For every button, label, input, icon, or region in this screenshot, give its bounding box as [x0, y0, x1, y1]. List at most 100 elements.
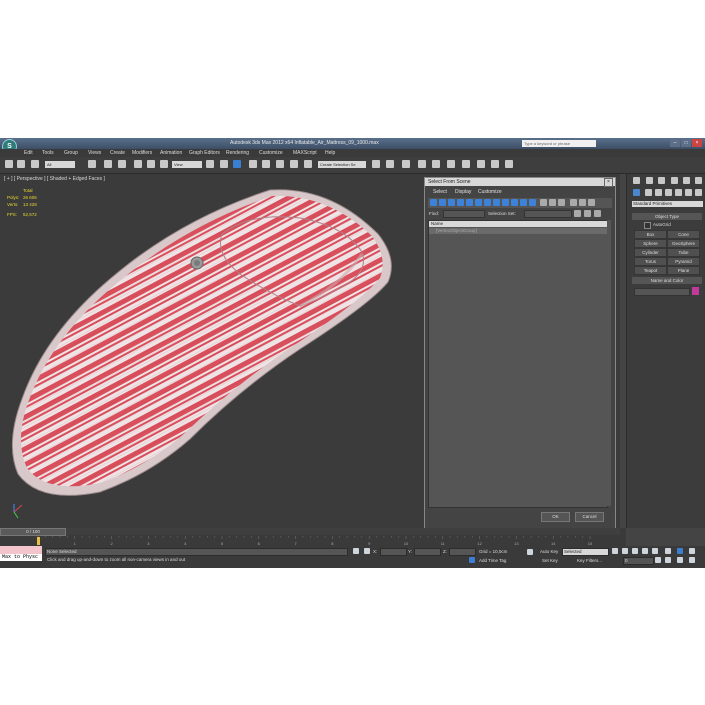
field-of-view-icon[interactable] [665, 557, 671, 563]
menu-help[interactable]: Help [325, 150, 335, 156]
lock-selection-icon[interactable] [353, 548, 359, 554]
go-to-end-icon[interactable] [652, 548, 658, 554]
tube-button[interactable]: Tube [667, 248, 700, 257]
teapot-button[interactable]: Teapot [634, 266, 667, 275]
material-editor-icon[interactable] [462, 160, 470, 168]
plane-button[interactable]: Plane [667, 266, 700, 275]
display-none-icon[interactable] [549, 199, 556, 206]
maximize-button[interactable]: □ [681, 139, 691, 147]
select-none-icon[interactable] [584, 210, 591, 217]
unlink-icon[interactable] [17, 160, 25, 168]
display-cameras-icon[interactable] [457, 199, 464, 206]
render-setup-icon[interactable] [477, 160, 485, 168]
box-button[interactable]: Box [634, 230, 667, 239]
selection-set-dropdown[interactable] [524, 210, 572, 218]
find-input[interactable] [443, 210, 485, 218]
modify-tab-icon[interactable] [646, 177, 653, 184]
geometry-icon[interactable] [633, 189, 640, 196]
auto-key-button[interactable]: Auto Key [540, 549, 558, 554]
lights-icon[interactable] [655, 189, 662, 196]
display-bones-icon[interactable] [502, 199, 509, 206]
display-geometry-icon[interactable] [430, 199, 437, 206]
menu-edit[interactable]: Edit [24, 150, 33, 156]
display-all-icon[interactable] [540, 199, 547, 206]
menu-maxscript[interactable]: MAXScript [293, 150, 317, 156]
display-xrefs-icon[interactable] [493, 199, 500, 206]
object-type-rollout[interactable]: Object Type [632, 213, 702, 220]
y-coordinate-field[interactable] [414, 548, 441, 556]
rendered-frame-window-icon[interactable] [491, 160, 499, 168]
key-icon[interactable] [527, 549, 533, 555]
display-space-warps-icon[interactable] [475, 199, 482, 206]
display-helpers-icon[interactable] [466, 199, 473, 206]
go-to-start-icon[interactable] [612, 548, 618, 554]
bind-space-warp-icon[interactable] [31, 160, 39, 168]
rectangular-selection-icon[interactable] [118, 160, 126, 168]
dialog-menu-display[interactable]: Display [455, 189, 471, 195]
viewport-label[interactable]: [ + ] [ Perspective ] [ Shaded + Edged F… [4, 176, 105, 182]
select-object-icon[interactable] [88, 160, 96, 168]
time-configuration-icon[interactable] [655, 557, 661, 563]
maxscript-listener-mini[interactable] [0, 546, 42, 554]
display-containers-icon[interactable] [511, 199, 518, 206]
hierarchy-icon[interactable] [588, 199, 595, 206]
key-filters-button[interactable]: Key Filters... [577, 558, 602, 563]
sync-selection-icon[interactable] [570, 199, 577, 206]
torus-button[interactable]: Torus [634, 257, 667, 266]
menu-create[interactable]: Create [110, 150, 125, 156]
autogrid-checkbox[interactable] [644, 222, 651, 229]
edit-named-selection-icon[interactable] [304, 160, 312, 168]
absolute-mode-icon[interactable] [364, 548, 370, 554]
zoom-icon[interactable] [665, 548, 671, 554]
cancel-button[interactable]: Cancel [575, 512, 604, 522]
percent-snap-icon[interactable] [276, 160, 284, 168]
minimize-button[interactable]: – [670, 139, 680, 147]
time-slider-thumb[interactable]: 0 / 100 [0, 528, 66, 536]
time-slider[interactable]: 0 / 100 [0, 528, 620, 536]
spinner-snap-icon[interactable] [290, 160, 298, 168]
menu-customize[interactable]: Customize [259, 150, 283, 156]
cylinder-button[interactable]: Cylinder [634, 248, 667, 257]
cameras-icon[interactable] [665, 189, 672, 196]
scene-object-list[interactable]: Name [VertexObjectGroup] [428, 220, 608, 508]
display-frozen-icon[interactable] [520, 199, 527, 206]
schematic-view-icon[interactable] [447, 160, 455, 168]
geosphere-button[interactable]: GeoSphere [667, 239, 700, 248]
utilities-tab-icon[interactable] [695, 177, 702, 184]
display-invert-icon[interactable] [558, 199, 565, 206]
display-hidden-icon[interactable] [529, 199, 536, 206]
display-groups-icon[interactable] [484, 199, 491, 206]
mirror-icon[interactable] [372, 160, 380, 168]
systems-icon[interactable] [695, 189, 702, 196]
name-column-header[interactable]: Name [429, 221, 607, 227]
select-all-icon[interactable] [574, 210, 581, 217]
maxscript-listener-output[interactable]: Max to Physc [0, 554, 42, 561]
select-manipulate-icon[interactable] [220, 160, 228, 168]
auto-key-selection-dropdown[interactable]: Selected [562, 548, 609, 556]
cone-button[interactable]: Cone [667, 230, 700, 239]
close-button[interactable]: × [692, 139, 702, 147]
next-frame-icon[interactable] [642, 548, 648, 554]
list-item[interactable]: [VertexObjectGroup] [429, 228, 607, 234]
dialog-menu-select[interactable]: Select [433, 189, 447, 195]
menu-tools[interactable]: Tools [42, 150, 54, 156]
object-name-input[interactable] [634, 288, 690, 296]
hierarchy-tab-icon[interactable] [658, 177, 665, 184]
sphere-button[interactable]: Sphere [634, 239, 667, 248]
helpers-icon[interactable] [675, 189, 682, 196]
object-color-swatch[interactable] [692, 287, 699, 295]
add-time-tag-label[interactable]: Add Time Tag [479, 558, 506, 563]
z-coordinate-field[interactable] [449, 548, 476, 556]
pan-view-icon[interactable] [677, 557, 683, 563]
angle-snap-icon[interactable] [262, 160, 270, 168]
x-coordinate-field[interactable] [380, 548, 407, 556]
selection-filter-dropdown[interactable]: All [45, 161, 75, 168]
move-icon[interactable] [134, 160, 142, 168]
pivot-center-icon[interactable] [206, 160, 214, 168]
orbit-icon[interactable] [689, 557, 695, 563]
pyramid-button[interactable]: Pyramid [667, 257, 700, 266]
add-time-tag-icon[interactable] [469, 557, 475, 563]
create-tab-icon[interactable] [633, 177, 640, 184]
display-shapes-icon[interactable] [439, 199, 446, 206]
select-by-name-icon[interactable] [104, 160, 112, 168]
